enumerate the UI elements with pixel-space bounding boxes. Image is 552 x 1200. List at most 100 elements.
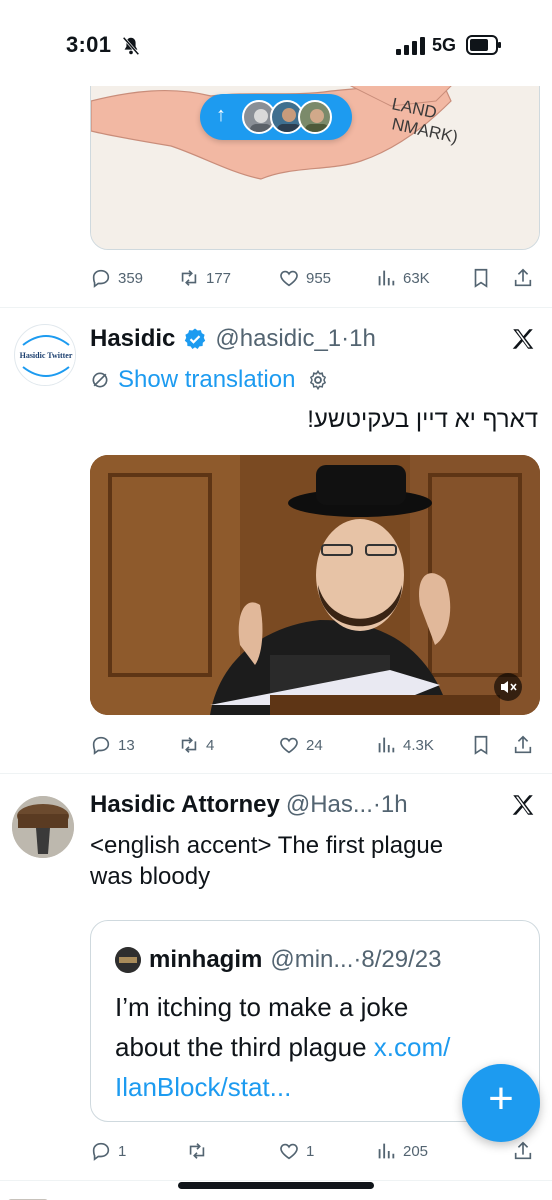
share-button[interactable] [512, 263, 534, 293]
views-button[interactable]: 63K [375, 263, 430, 293]
network-label: 5G [432, 35, 457, 55]
arrow-up-icon: ↑ [216, 104, 226, 126]
tweet1-actions: 13 4 24 4.3K [90, 730, 540, 760]
reply-count: 13 [118, 736, 135, 754]
repost-button[interactable] [186, 1136, 214, 1166]
bookmark-icon [474, 735, 488, 755]
next-tweet-peek [0, 1192, 552, 1200]
like-icon [280, 737, 298, 754]
tweet1-text: דארף יא דיין בעקיטשע! [307, 406, 538, 433]
reply-button[interactable]: 359 [90, 263, 143, 293]
tweet1-time: ·1h [341, 325, 376, 352]
x-logo-icon[interactable] [510, 326, 536, 352]
repost-icon [181, 270, 197, 286]
like-button[interactable]: 24 [278, 730, 323, 760]
bell-off-icon [122, 36, 140, 56]
tweet2-name[interactable]: Hasidic Attorney [90, 791, 280, 819]
mute-icon [501, 681, 517, 693]
bookmark-icon [474, 268, 488, 288]
tweet-media-map[interactable]: LAND NMARK) [90, 60, 540, 250]
x-logo-icon[interactable] [510, 792, 536, 818]
tweet2-avatar[interactable] [12, 796, 74, 858]
signal-icon [396, 37, 425, 55]
reply-button[interactable]: 1 [90, 1136, 126, 1166]
mute-button[interactable] [494, 673, 522, 701]
tweet2-time: ·1h [372, 791, 408, 818]
views-icon [378, 737, 395, 753]
quote-name: minhagim [149, 946, 263, 973]
avatar-logo-text: Hasidic Twitter [20, 351, 73, 360]
translate-icon [92, 372, 108, 388]
like-icon [280, 270, 298, 287]
home-indicator[interactable] [178, 1182, 374, 1189]
gear-icon[interactable] [307, 369, 329, 391]
status-bar: 3:01 5G [0, 0, 552, 86]
reply-icon [92, 736, 110, 755]
views-count: 205 [403, 1142, 429, 1160]
like-button[interactable]: 955 [278, 263, 331, 293]
tweet2-handle[interactable]: @Has... [286, 791, 373, 819]
quote-avatar [115, 947, 141, 973]
share-icon [514, 1141, 532, 1160]
share-icon [514, 268, 532, 287]
share-button[interactable] [512, 1136, 534, 1166]
divider [0, 307, 552, 308]
reply-count: 1 [118, 1142, 127, 1160]
quote-text: I’m itching to make a joke about the thi… [115, 987, 515, 1107]
tweet1-video[interactable] [90, 455, 540, 715]
like-count: 1 [306, 1142, 315, 1160]
tweet2-header: Hasidic Attorney @Has... ·1h [90, 788, 408, 822]
tweet1-header: Hasidic @hasidic_1 ·1h [90, 322, 376, 356]
views-count: 63K [403, 269, 430, 287]
quote-date: ·8/29/23 [353, 946, 442, 973]
views-icon [378, 270, 395, 286]
quote-handle: @min... [270, 946, 354, 973]
show-translation-row[interactable]: Show translation [90, 364, 329, 396]
bookmark-button[interactable] [470, 730, 492, 760]
quote-text-line1: I’m itching to make a joke [115, 992, 409, 1022]
tweet1-handle[interactable]: @hasidic_1 [215, 325, 341, 353]
repost-icon [181, 737, 197, 753]
battery-icon [466, 35, 501, 55]
show-translation-link[interactable]: Show translation [118, 366, 295, 394]
repost-count: 4 [206, 736, 215, 754]
tweet1-avatar[interactable]: Hasidic Twitter [14, 324, 76, 386]
tweet2-actions: 1 1 205 [90, 1136, 540, 1166]
like-icon [280, 1143, 298, 1160]
new-posts-pill[interactable]: ↑ [200, 94, 352, 140]
pill-avatar-3 [298, 100, 332, 134]
reply-icon [92, 269, 110, 288]
divider [0, 1180, 552, 1181]
views-button[interactable]: 205 [375, 1136, 428, 1166]
tweet1-name[interactable]: Hasidic [90, 325, 175, 353]
tweet2-text-line1: <english accent> The first plague [90, 832, 444, 859]
reply-button[interactable]: 13 [90, 730, 135, 760]
tweet2-text-line2: was bloody [90, 863, 211, 890]
repost-button[interactable]: 4 [178, 730, 214, 760]
repost-icon [189, 1143, 205, 1159]
plus-icon: + [488, 1074, 514, 1123]
repost-count: 177 [206, 269, 232, 287]
tweet2-text: <english accent> The first plague was bl… [90, 830, 540, 892]
like-count: 955 [306, 269, 332, 287]
bookmark-button[interactable] [470, 263, 492, 293]
top-tweet-actions: 359 177 955 63K [90, 263, 540, 293]
reply-icon [92, 1142, 110, 1161]
views-count: 4.3K [403, 736, 434, 754]
quote-link-part2[interactable]: IlanBlock/stat... [115, 1067, 515, 1107]
repost-button[interactable]: 177 [178, 263, 231, 293]
quote-text-line2: about the third plague [115, 1032, 374, 1062]
like-button[interactable]: 1 [278, 1136, 314, 1166]
quote-header: minhagim @min... ·8/29/23 [115, 943, 441, 977]
compose-button[interactable]: + [462, 1064, 540, 1142]
quote-link-part1[interactable]: x.com/ [374, 1032, 451, 1062]
views-icon [378, 1143, 395, 1159]
share-icon [514, 735, 532, 754]
views-button[interactable]: 4.3K [375, 730, 434, 760]
share-button[interactable] [512, 730, 534, 760]
verified-icon [185, 328, 206, 349]
status-time: 3:01 [66, 32, 112, 57]
divider [0, 773, 552, 774]
like-count: 24 [306, 736, 323, 754]
reply-count: 359 [118, 269, 144, 287]
